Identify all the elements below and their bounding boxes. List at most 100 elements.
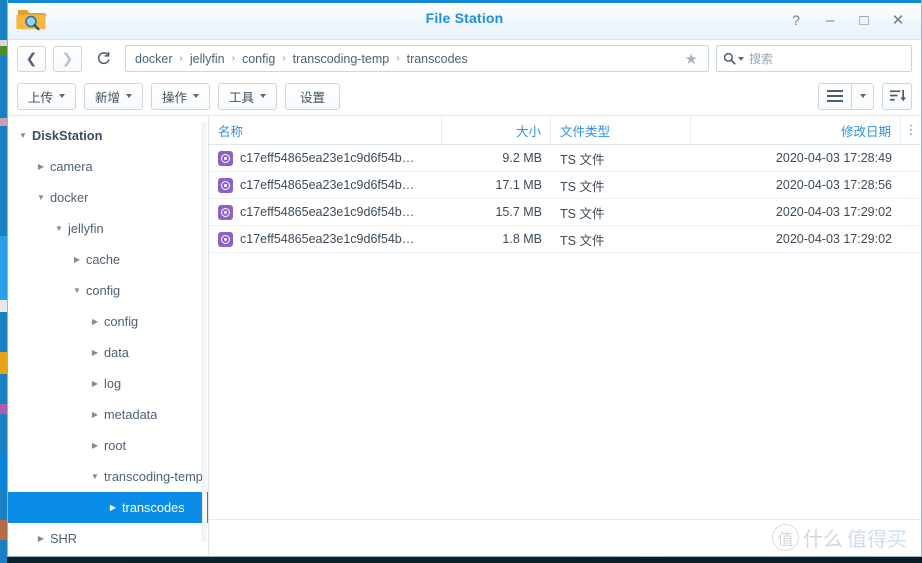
chevron-down-icon[interactable] <box>86 472 104 481</box>
file-name: c17eff54865ea23e1c9d6f54b… <box>240 232 415 246</box>
sidebar-item-camera[interactable]: camera <box>8 151 208 182</box>
chevron-right-icon[interactable] <box>86 379 104 388</box>
sidebar-item-video[interactable]: video <box>8 554 208 556</box>
sidebar-item-diskstation[interactable]: DiskStation <box>8 120 208 151</box>
file-type: TS 文件 <box>560 233 605 248</box>
sidebar-item-label: docker <box>50 190 89 205</box>
chevron-right-icon[interactable] <box>104 503 122 512</box>
chevron-down-icon[interactable] <box>68 286 86 295</box>
chevron-right-icon[interactable] <box>68 255 86 264</box>
upload-button[interactable]: 上传 <box>17 82 77 110</box>
breadcrumb-separator: › <box>282 52 286 64</box>
chevron-right-icon[interactable] <box>86 410 104 419</box>
back-button[interactable]: ❮ <box>17 45 46 72</box>
row-end-spacer <box>901 226 921 252</box>
row-end-spacer <box>901 199 921 225</box>
action-button[interactable]: 操作 <box>151 82 211 110</box>
watermark-text-a: 什么 <box>803 527 843 551</box>
table-row[interactable]: c17eff54865ea23e1c9d6f54b… 15.7 MB TS 文件 20… <box>209 199 921 226</box>
breadcrumb-separator: › <box>396 52 400 64</box>
file-date: 2020-04-03 17:28:56 <box>775 178 892 192</box>
column-header-name[interactable]: 名称 <box>209 116 442 144</box>
star-icon[interactable]: ★ <box>679 50 704 68</box>
window-controls: ? – □ ✕ <box>779 0 915 40</box>
window-titlebar[interactable]: File Station ? – □ ✕ <box>8 0 921 40</box>
list-view-icon <box>827 90 843 102</box>
view-mode-group <box>818 82 874 110</box>
column-header-date[interactable]: 修改日期 <box>691 116 901 144</box>
file-list-header: 名称 大小 文件类型 修改日期 ⋮ <box>209 116 921 145</box>
folder-tree-sidebar[interactable]: DiskStation camera docker jellyfin cache conf… <box>8 116 209 556</box>
sidebar-item-label: camera <box>50 159 93 174</box>
sort-button[interactable] <box>882 82 912 110</box>
view-mode-dropdown-button[interactable] <box>852 82 874 110</box>
sidebar-item-label: transcoding-temp <box>104 469 202 484</box>
breadcrumb-item-transcodes[interactable]: transcodes <box>407 52 468 66</box>
sidebar-item-config[interactable]: config <box>8 275 208 306</box>
chevron-right-icon[interactable] <box>32 534 50 543</box>
breadcrumb-item-config[interactable]: config <box>242 52 275 66</box>
help-button[interactable]: ? <box>779 4 813 36</box>
close-button[interactable]: ✕ <box>881 4 915 36</box>
chevron-right-icon[interactable] <box>86 317 104 326</box>
sidebar-item-label: log <box>104 376 122 391</box>
table-row[interactable]: c17eff54865ea23e1c9d6f54b… 1.8 MB TS 文件 202… <box>209 226 921 253</box>
search-box[interactable] <box>716 45 912 72</box>
chevron-right-icon[interactable] <box>86 348 104 357</box>
settings-button[interactable]: 设置 <box>285 82 341 110</box>
table-row[interactable]: c17eff54865ea23e1c9d6f54b… 17.1 MB TS 文件 20… <box>209 172 921 199</box>
sidebar-item-label: data <box>104 345 129 360</box>
file-size: 17.1 MB <box>495 178 542 192</box>
column-header-type[interactable]: 文件类型 <box>551 116 691 144</box>
breadcrumb-item-transcoding-temp[interactable]: transcoding-temp <box>293 52 390 66</box>
list-view-button[interactable] <box>818 82 852 110</box>
sidebar-item-docker[interactable]: docker <box>8 182 208 213</box>
chevron-down-icon[interactable] <box>738 56 744 61</box>
file-name-cell: c17eff54865ea23e1c9d6f54b… <box>209 226 442 252</box>
breadcrumb-bar[interactable]: docker › jellyfin › config › transcoding… <box>125 45 709 72</box>
refresh-icon <box>97 51 110 65</box>
file-size: 15.7 MB <box>495 205 542 219</box>
refresh-button[interactable] <box>89 46 118 72</box>
chevron-right-icon[interactable] <box>32 162 50 171</box>
sidebar-item-config[interactable]: config <box>8 306 208 337</box>
table-row[interactable]: c17eff54865ea23e1c9d6f54b… 9.2 MB TS 文件 202… <box>209 145 921 172</box>
desktop-edge-strip <box>0 0 7 563</box>
chevron-down-icon[interactable] <box>32 193 50 202</box>
chevron-down-icon[interactable] <box>50 224 68 233</box>
minimize-button[interactable]: – <box>813 4 847 36</box>
sidebar-item-label: cache <box>86 252 121 267</box>
sidebar-scrollbar[interactable] <box>202 122 207 542</box>
search-input[interactable] <box>749 51 905 66</box>
sidebar-item-transcoding-temp[interactable]: transcoding-temp <box>8 461 208 492</box>
create-button[interactable]: 新增 <box>84 82 144 110</box>
sidebar-item-metadata[interactable]: metadata <box>8 399 208 430</box>
chevron-down-icon[interactable] <box>14 131 32 140</box>
file-name-cell: c17eff54865ea23e1c9d6f54b… <box>209 145 442 171</box>
sidebar-item-data[interactable]: data <box>8 337 208 368</box>
sidebar-item-jellyfin[interactable]: jellyfin <box>8 213 208 244</box>
status-bar: 值 什么 值得买 <box>209 519 921 556</box>
sidebar-item-transcodes[interactable]: transcodes <box>8 492 208 523</box>
breadcrumb-item-jellyfin[interactable]: jellyfin <box>190 52 225 66</box>
breadcrumb-item-docker[interactable]: docker <box>135 52 173 66</box>
maximize-button[interactable]: □ <box>847 4 881 36</box>
column-header-size[interactable]: 大小 <box>442 116 551 144</box>
action-toolbar: 上传 新增 操作 工具 设置 <box>8 77 921 116</box>
chevron-down-icon <box>193 94 200 98</box>
sidebar-item-root[interactable]: root <box>8 430 208 461</box>
sidebar-item-cache[interactable]: cache <box>8 244 208 275</box>
chevron-down-icon <box>59 94 66 98</box>
file-type: TS 文件 <box>560 206 605 221</box>
media-file-icon <box>218 204 233 220</box>
sidebar-item-label: config <box>86 283 121 298</box>
file-name: c17eff54865ea23e1c9d6f54b… <box>240 178 415 192</box>
forward-button[interactable]: ❯ <box>53 45 82 72</box>
tools-button[interactable]: 工具 <box>218 82 278 110</box>
chevron-right-icon[interactable] <box>86 441 104 450</box>
settings-button-label: 设置 <box>300 90 326 105</box>
sidebar-item-shr[interactable]: SHR <box>8 523 208 554</box>
file-size: 9.2 MB <box>502 151 542 165</box>
column-options-icon[interactable]: ⋮ <box>901 116 921 144</box>
sidebar-item-log[interactable]: log <box>8 368 208 399</box>
